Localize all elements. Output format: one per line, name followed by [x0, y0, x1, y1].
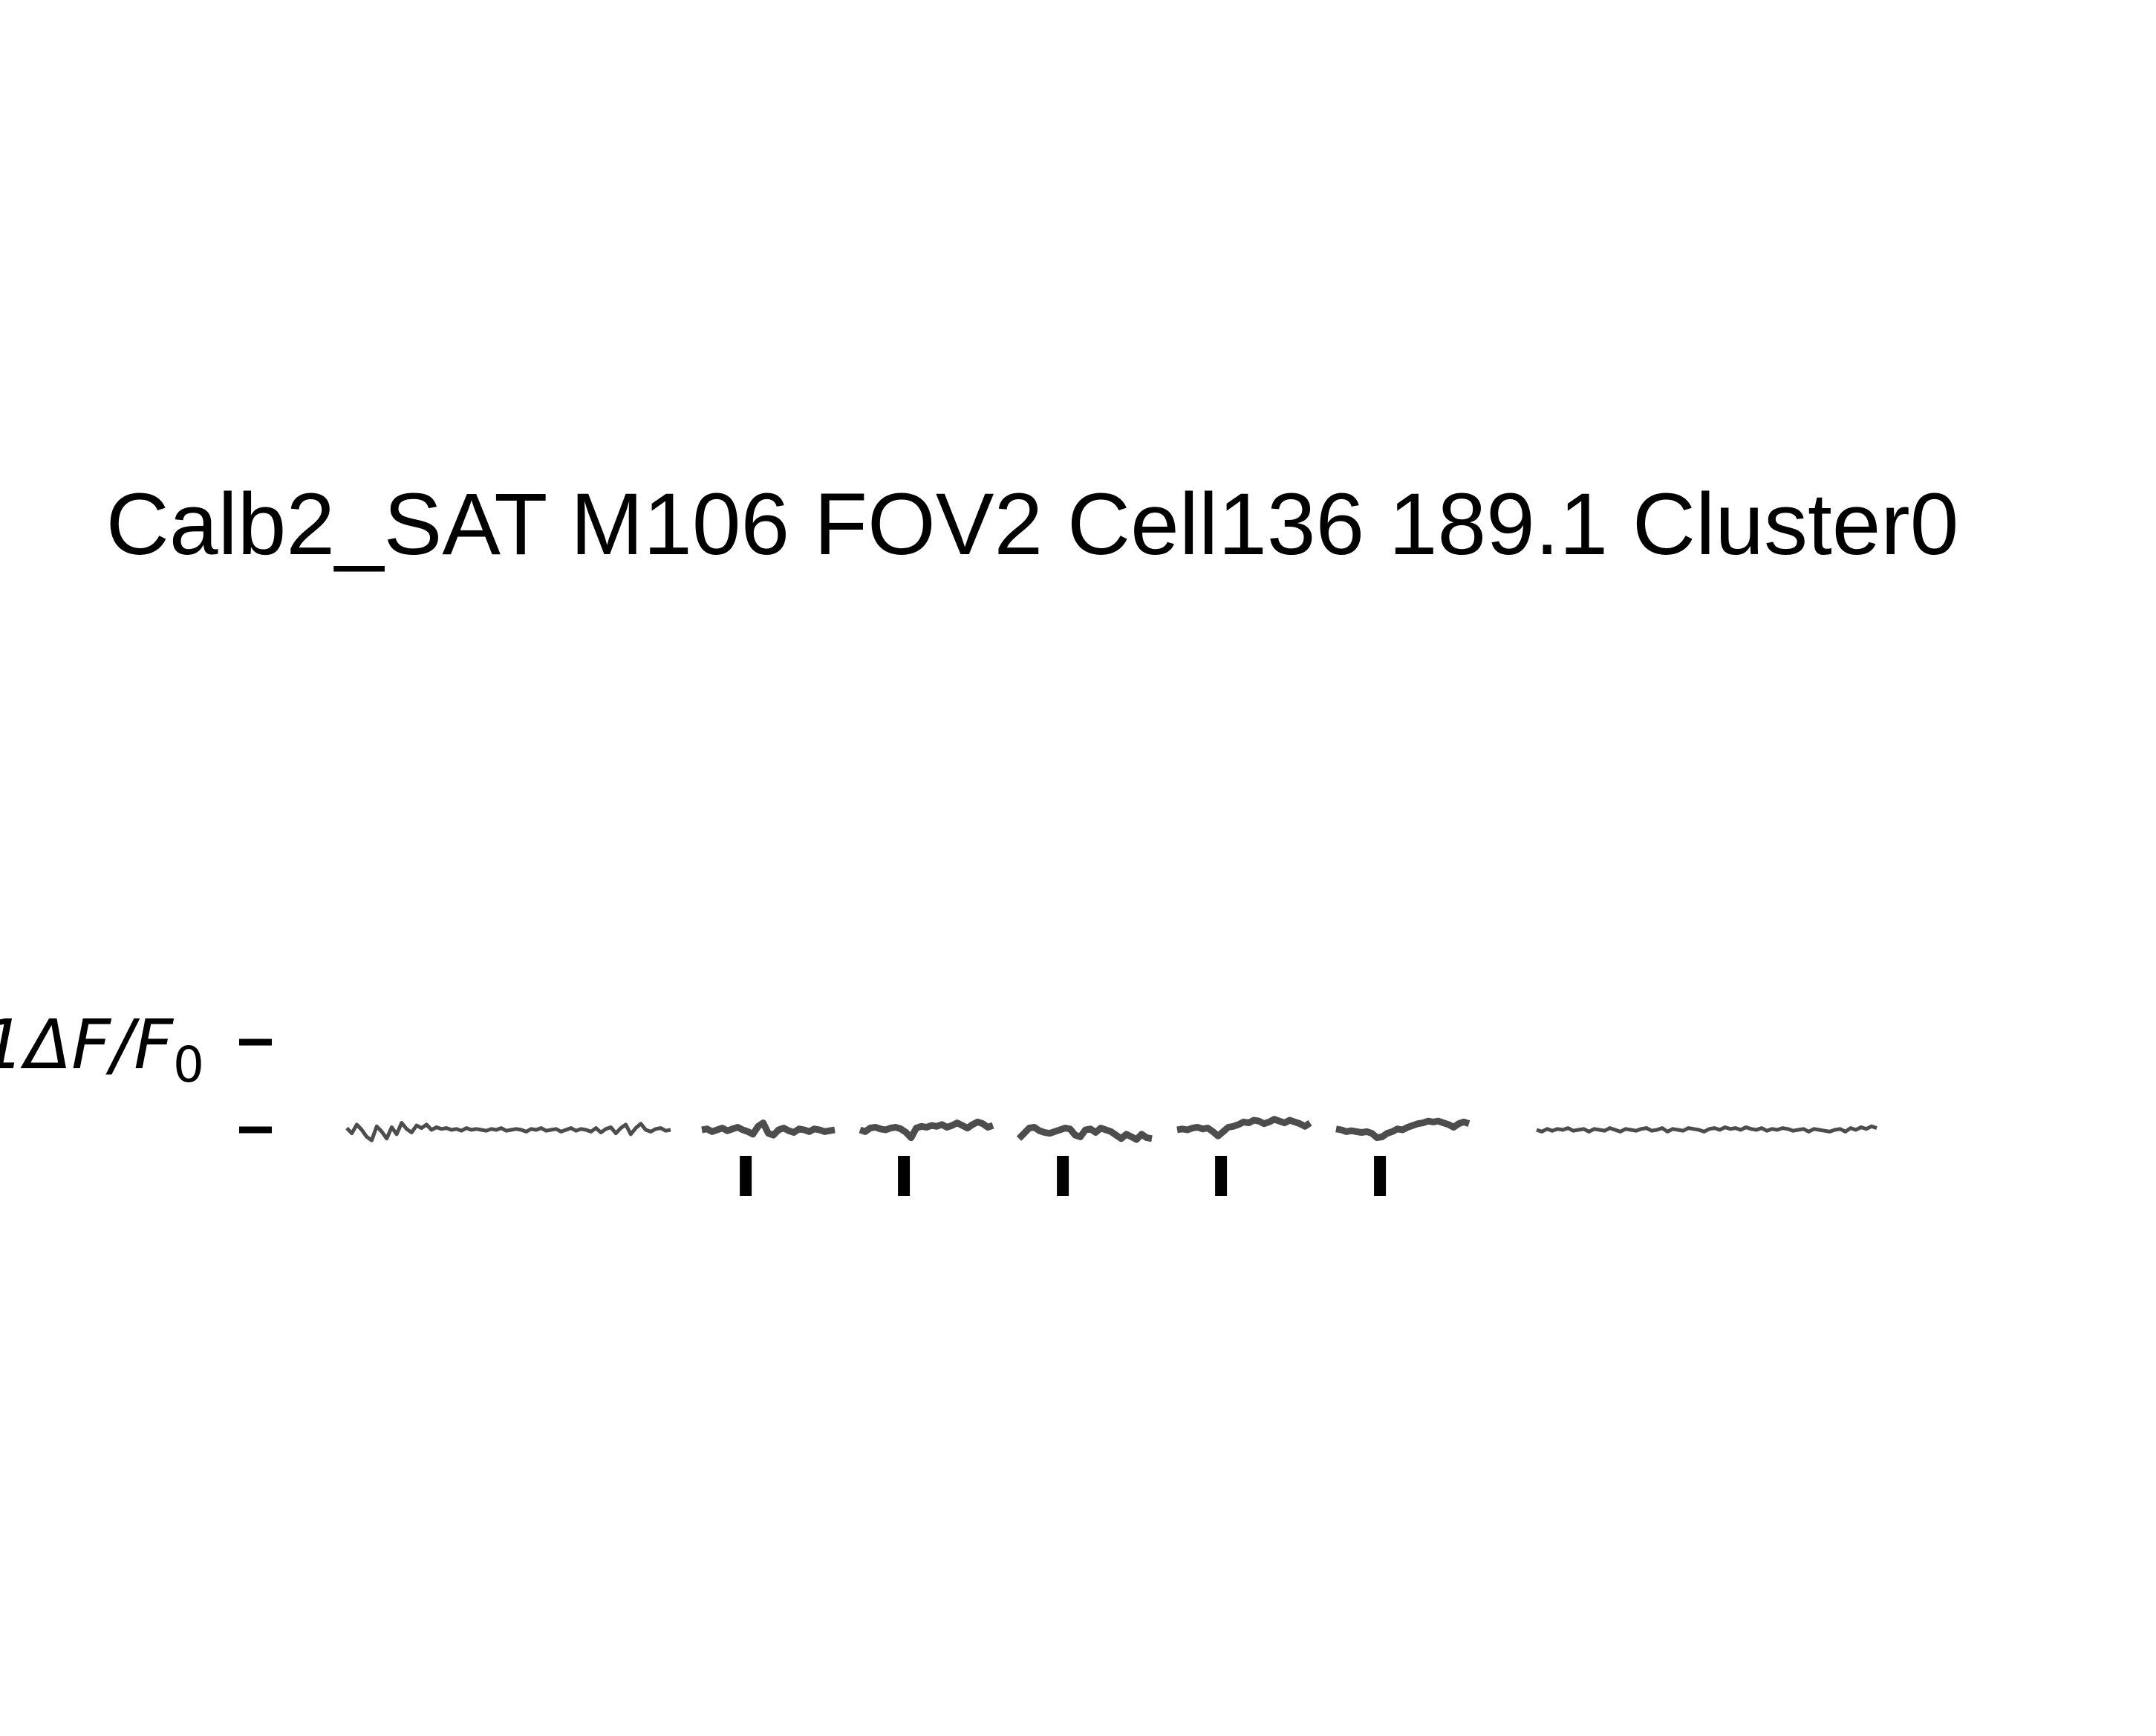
- stimulus-marker-trial-5: [1374, 1156, 1387, 1196]
- scale-bar-quantity: ΔF/F: [20, 1005, 174, 1085]
- chart-title: Calb2_SAT M106 FOV2 Cell136 189.1 Cluste…: [106, 475, 1959, 573]
- stimulus-marker-trial-2: [898, 1156, 911, 1196]
- stimulus-marker-trial-3: [1057, 1156, 1069, 1196]
- scale-bar-subscript: 0: [173, 1036, 204, 1093]
- chart-figure: Calb2_SAT M106 FOV2 Cell136 189.1 Cluste…: [0, 0, 2156, 1736]
- stimulus-marker-trial-4: [1215, 1156, 1228, 1196]
- stimulus-marker-trial-1: [740, 1156, 752, 1196]
- chart-background: [0, 0, 2156, 1736]
- scale-bar-value: 1: [0, 1005, 25, 1085]
